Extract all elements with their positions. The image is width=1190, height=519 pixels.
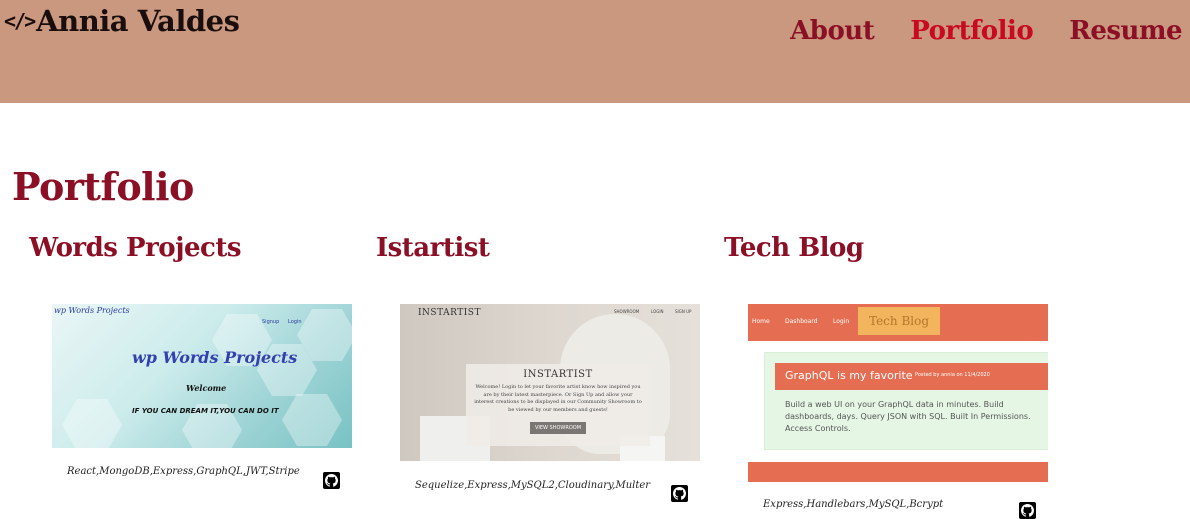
thumb-nav-login: LOGIN	[651, 309, 664, 314]
thumb-welcome: Welcome	[186, 383, 227, 393]
post-header: GraphQL is my favorite Posted by annia o…	[775, 363, 1048, 390]
project-thumbnail-tech-blog[interactable]: Home Dashboard Login Tech Blog GraphQL i…	[748, 304, 1048, 482]
thumb-big-logo: wp Words Projects	[132, 348, 298, 367]
card-title: INSTARTIST	[523, 369, 593, 380]
post-body: Build a web UI on your GraphQL data in m…	[785, 400, 1031, 433]
nav-about[interactable]: About	[790, 16, 875, 46]
hex-decoration	[62, 399, 122, 448]
main-nav: About Portfolio Resume	[790, 16, 1182, 46]
welcome-card: INSTARTIST Welcome! Login to let your fa…	[466, 364, 650, 446]
thumb-nav-login: Login	[288, 319, 302, 325]
thumb-nav-signup: Signup	[262, 319, 280, 325]
page-title: Portfolio	[12, 164, 194, 209]
thumb-footer	[748, 462, 1048, 482]
code-icon: </>	[4, 9, 36, 33]
thumb-logo: INSTARTIST	[418, 308, 481, 318]
project-tech-words-projects: React,MongoDB,Express,GraphQL,JWT,Stripe	[67, 466, 300, 477]
thumb-nav-signup: SIGN UP	[675, 309, 692, 314]
project-thumbnail-words-projects[interactable]: wp Words Projects Signup Login wp Words …	[52, 304, 352, 448]
view-showroom-button: VIEW SHOWROOM	[529, 422, 587, 434]
thumb-nav-home: Home	[752, 318, 770, 325]
hex-decoration	[282, 394, 342, 446]
nav-resume[interactable]: Resume	[1069, 16, 1182, 46]
nav-portfolio[interactable]: Portfolio	[910, 16, 1034, 46]
thumb-motto: IF YOU CAN DREAM IT,YOU CAN DO IT	[132, 407, 279, 415]
thumb-nav-login: Login	[833, 318, 850, 325]
brand-name: Annia Valdes	[36, 4, 240, 38]
github-icon[interactable]	[323, 472, 340, 489]
brand[interactable]: </> Annia Valdes	[4, 4, 240, 38]
post-meta: Posted by annia on 11/4/2020	[915, 372, 990, 378]
github-icon[interactable]	[671, 485, 688, 502]
project-title-tech-blog: Tech Blog	[724, 233, 864, 263]
project-title-istartist: Istartist	[376, 233, 490, 263]
thumb-logo: wp Words Projects	[54, 306, 130, 315]
thumb-nav-showroom: SHOWROOM	[614, 309, 640, 314]
project-title-words-projects: Words Projects	[29, 233, 242, 263]
github-icon[interactable]	[1019, 502, 1036, 519]
project-tech-istartist: Sequelize,Express,MySQL2,Cloudinary,Mult…	[415, 480, 651, 491]
post-title: GraphQL is my favorite	[785, 369, 913, 382]
thumb-logo: Tech Blog	[858, 307, 940, 335]
card-text: Welcome! Login to let your favorite arti…	[474, 384, 642, 413]
post-card: GraphQL is my favorite Posted by annia o…	[764, 352, 1048, 450]
thumb-nav-dashboard: Dashboard	[785, 318, 818, 325]
project-thumbnail-istartist[interactable]: INSTARTIST SHOWROOM LOGIN SIGN UP INSTAR…	[400, 304, 700, 461]
project-tech-tech-blog: Express,Handlebars,MySQL,Bcrypt	[763, 499, 944, 510]
site-header: </> Annia Valdes About Portfolio Resume	[0, 0, 1190, 103]
